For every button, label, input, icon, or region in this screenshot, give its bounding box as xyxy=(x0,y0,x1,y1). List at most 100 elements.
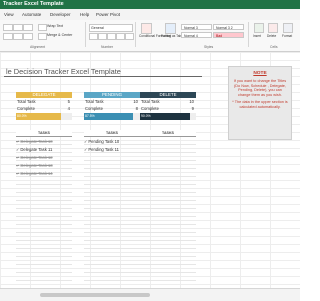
total-task-row: Total Task 5 xyxy=(16,98,72,105)
note-title: NOTE xyxy=(253,71,267,76)
menu-automate[interactable]: Automate xyxy=(22,12,41,17)
progress-percent: 90.0% xyxy=(141,114,151,118)
style-normal-3-2[interactable]: Normal 3 2 xyxy=(213,24,244,30)
total-task-value: 10 xyxy=(189,99,194,104)
tasks-header: TASKS xyxy=(140,130,196,137)
task-item[interactable]: ✓Pending Task 11 xyxy=(84,146,140,154)
ribbon-separator xyxy=(135,22,136,47)
style-normal-4[interactable]: Normal 4 xyxy=(181,32,212,38)
complete-value: 8 xyxy=(135,106,138,111)
number-format-value: General xyxy=(91,25,104,30)
title-underline xyxy=(4,76,202,77)
format-cells-button[interactable]: Format xyxy=(282,34,292,38)
wrap-text-icon[interactable] xyxy=(38,24,47,31)
merge-center-icon[interactable] xyxy=(38,33,47,40)
percent-icon[interactable] xyxy=(98,33,107,40)
total-task-value: 10 xyxy=(133,99,138,104)
align-top-icon[interactable] xyxy=(3,24,13,31)
delete-column: DELETE Total Task 10 Complete 9 90.0% xyxy=(140,92,196,120)
increase-decimal-icon[interactable] xyxy=(116,33,125,40)
complete-label: Complete xyxy=(85,106,103,111)
scrollbar-thumb[interactable] xyxy=(40,293,150,297)
total-task-value: 5 xyxy=(67,99,70,104)
menu-help[interactable]: Help xyxy=(80,12,89,17)
total-task-label: Total Task xyxy=(141,99,160,104)
complete-row: Complete 9 xyxy=(140,105,196,112)
decrease-decimal-icon[interactable] xyxy=(125,33,134,40)
task-lines xyxy=(140,136,196,288)
sheet-title: le Decision Tracker Excel Template xyxy=(6,67,121,76)
task-text: Pending Task 11 xyxy=(88,147,119,152)
style-bad[interactable]: Bad xyxy=(213,32,244,38)
complete-row: Complete 4 xyxy=(16,105,72,112)
insert-cells-icon[interactable] xyxy=(254,23,264,33)
check-icon: ✓ xyxy=(16,171,20,176)
check-icon: ✓ xyxy=(84,139,88,144)
delegate-column: DELEGATE Total Task 5 Complete 4 80.0% xyxy=(16,92,72,120)
task-item[interactable]: ✓Pending Task 10 xyxy=(84,138,140,146)
progress-bar: 80.0% xyxy=(16,113,72,120)
task-item[interactable]: ✓Delegate Task 11 xyxy=(16,146,72,154)
complete-label: Complete xyxy=(17,106,35,111)
cells-group-label: Cells xyxy=(270,45,278,49)
complete-value: 4 xyxy=(67,106,70,111)
align-middle-icon[interactable] xyxy=(13,24,23,31)
complete-row: Complete 8 xyxy=(84,105,140,112)
horizontal-scrollbar[interactable] xyxy=(0,288,300,301)
check-icon: ✓ xyxy=(16,155,20,160)
note-text-auto: * The data in the upper section is calcu… xyxy=(232,100,288,109)
task-text: Delegate Task 12 xyxy=(20,155,53,160)
task-item[interactable]: ✓Delegate Task 10 xyxy=(16,138,72,146)
pending-column: PENDING Total Task 10 Complete 8 87.5% xyxy=(84,92,140,120)
ribbon: Wrap Text Merge & Center Alignment Gener… xyxy=(0,20,300,52)
total-task-label: Total Task xyxy=(17,99,36,104)
conditional-formatting-icon[interactable] xyxy=(141,23,152,34)
task-text: Delegate Task 10 xyxy=(20,139,53,144)
complete-label: Complete xyxy=(141,106,159,111)
pending-task-list: ✓Pending Task 10 ✓Pending Task 11 xyxy=(84,138,140,154)
tasks-header: TASKS xyxy=(16,130,72,137)
check-icon: ✓ xyxy=(16,147,20,152)
tasks-header: TASKS xyxy=(84,130,140,137)
number-group-label: Number xyxy=(101,45,114,49)
align-left-icon[interactable] xyxy=(3,33,13,40)
progress-percent: 80.0% xyxy=(17,114,27,118)
task-text: Delegate Task 13 xyxy=(20,163,53,168)
comma-style-icon[interactable] xyxy=(107,33,116,40)
delete-cells-button[interactable]: Delete xyxy=(267,34,276,38)
task-item[interactable]: ✓Delegate Task 13 xyxy=(16,162,72,170)
align-center-icon[interactable] xyxy=(13,33,23,40)
total-task-label: Total Task xyxy=(85,99,104,104)
task-item[interactable]: ✓Delegate Task 14 xyxy=(16,170,72,178)
check-icon: ✓ xyxy=(16,163,20,168)
task-item[interactable]: ✓Delegate Task 12 xyxy=(16,154,72,162)
currency-icon[interactable] xyxy=(89,33,98,40)
delete-cells-icon[interactable] xyxy=(268,23,278,33)
align-right-icon[interactable] xyxy=(23,33,33,40)
menu-view[interactable]: View xyxy=(4,12,14,17)
progress-bar: 90.0% xyxy=(140,113,196,120)
format-as-table-icon[interactable] xyxy=(165,23,176,34)
menu-power-pivot[interactable]: Power Pivot xyxy=(96,12,120,17)
insert-cells-button[interactable]: Insert xyxy=(253,34,261,38)
ribbon-separator xyxy=(85,22,86,47)
total-task-row: Total Task 10 xyxy=(140,98,196,105)
styles-group-label: Styles xyxy=(204,45,214,49)
check-icon: ✓ xyxy=(84,147,88,152)
note-box: NOTE If you want to change the Titles (D… xyxy=(228,66,292,140)
complete-value: 9 xyxy=(191,106,194,111)
wrap-text-button[interactable]: Wrap Text xyxy=(47,24,63,28)
task-text: Delegate Task 11 xyxy=(20,147,53,152)
style-normal-3[interactable]: Normal 3 xyxy=(181,24,212,30)
task-text: Delegate Task 14 xyxy=(20,171,53,176)
progress-percent: 87.5% xyxy=(85,114,95,118)
number-format-select[interactable]: General xyxy=(89,24,133,32)
merge-center-button[interactable]: Merge & Center xyxy=(47,33,72,37)
title-bar: Tracker Excel Template xyxy=(0,0,300,9)
menu-developer[interactable]: Developer xyxy=(50,12,71,17)
worksheet[interactable]: le Decision Tracker Excel Template DELEG… xyxy=(0,52,300,300)
alignment-group-label: Alignment xyxy=(30,45,46,49)
format-cells-icon[interactable] xyxy=(283,23,293,33)
align-bottom-icon[interactable] xyxy=(23,24,33,31)
check-icon: ✓ xyxy=(16,139,20,144)
